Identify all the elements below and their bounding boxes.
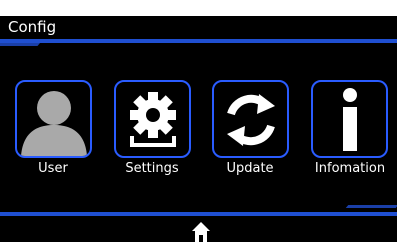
top-accent-line — [0, 39, 397, 43]
user-label: User — [38, 161, 68, 176]
config-screen: Config User Settings Update Infomation — [0, 0, 397, 242]
user-silhouette-icon — [21, 91, 87, 156]
top-accent-tip — [0, 43, 41, 46]
update-button[interactable] — [212, 80, 289, 158]
bottom-accent-line — [0, 212, 397, 216]
page-title: Config — [8, 18, 57, 36]
title-strip — [0, 16, 397, 38]
update-label: Update — [226, 161, 274, 176]
home-icon — [192, 222, 210, 242]
gear-icon — [130, 92, 176, 147]
settings-button[interactable] — [114, 80, 191, 158]
information-button[interactable] — [311, 80, 388, 158]
title-bar: Config — [0, 0, 397, 38]
information-label: Infomation — [314, 161, 386, 176]
home-button[interactable] — [191, 221, 211, 242]
info-icon — [343, 88, 357, 151]
refresh-icon — [227, 94, 275, 146]
user-button[interactable] — [15, 80, 92, 158]
bottom-accent-tip — [345, 205, 397, 208]
settings-label: Settings — [125, 161, 179, 176]
